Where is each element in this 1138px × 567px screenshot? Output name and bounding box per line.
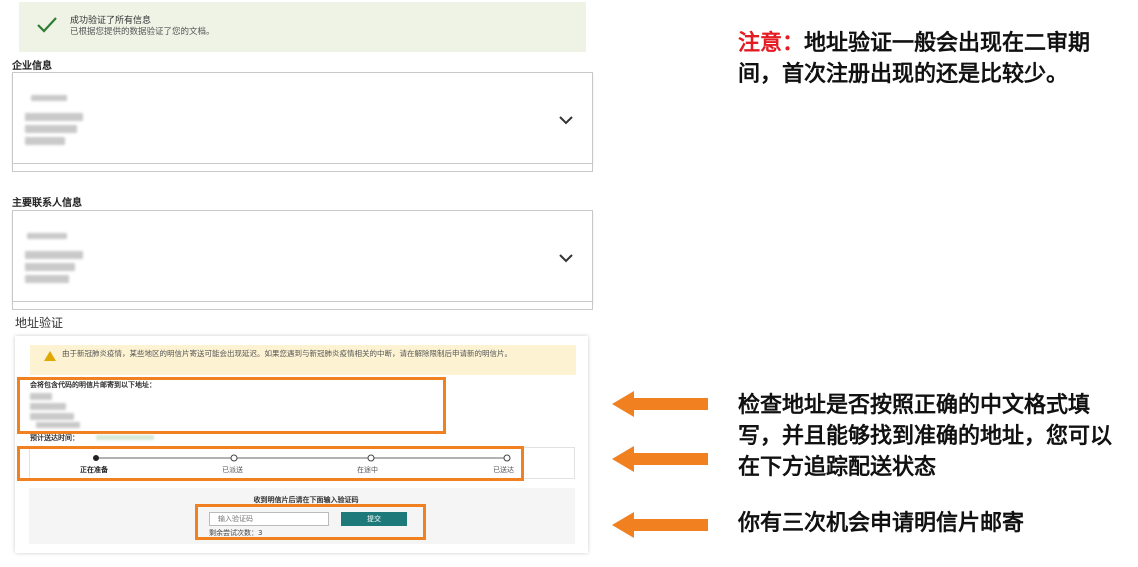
redacted-address (30, 403, 66, 410)
redacted-text (25, 275, 69, 283)
eta-label: 预计送达时间： (30, 434, 79, 442)
address-verification-title: 地址验证 (15, 316, 64, 330)
card-divider (12, 164, 593, 172)
chevron-down-icon[interactable] (559, 253, 573, 263)
business-info-card[interactable] (12, 72, 593, 164)
code-entry-highlight (195, 504, 426, 540)
redacted-address (30, 393, 52, 400)
redacted-address (30, 413, 74, 420)
warning-text: 由于新冠肺炎疫情，某些地区的明信片寄送可能会出现延迟。如果您遇到与新冠肺炎疫情相… (62, 349, 512, 358)
redacted-eta (96, 435, 154, 440)
business-info-title: 企业信息 (12, 61, 52, 72)
note-check-address: 检查地址是否按照正确的中文格式填写，并且能够找到准确的地址，您可以在下方追踪配送… (738, 393, 1113, 480)
primary-contact-title: 主要联系人信息 (12, 198, 82, 209)
card-divider (12, 302, 593, 310)
redacted-text (25, 137, 65, 145)
redacted-text (25, 251, 83, 259)
redacted-address (36, 422, 80, 428)
note-warning-label: 注意： (738, 31, 805, 56)
primary-contact-card[interactable] (12, 210, 593, 302)
redacted-text (27, 233, 67, 239)
redacted-text (31, 95, 67, 101)
mailing-address-label: 会将包含代码的明信片邮寄到以下地址： (30, 381, 156, 389)
redacted-text (25, 125, 77, 133)
redacted-text (25, 113, 83, 121)
redacted-text (25, 263, 75, 271)
note-address-verification: 注意：地址验证一般会出现在二审期间，首次注册出现的还是比较少。 (738, 28, 1116, 90)
check-icon (37, 17, 57, 33)
note-three-chances: 你有三次机会申请明信片邮寄 (738, 511, 1025, 536)
arrow-left-icon (612, 391, 708, 417)
arrow-left-icon (612, 446, 708, 472)
warning-triangle-icon (44, 351, 56, 361)
chevron-down-icon[interactable] (559, 115, 573, 125)
success-subtitle: 已根据您提供的数据验证了您的文档。 (70, 27, 215, 37)
progress-highlight (17, 446, 524, 481)
arrow-left-icon (612, 512, 708, 538)
